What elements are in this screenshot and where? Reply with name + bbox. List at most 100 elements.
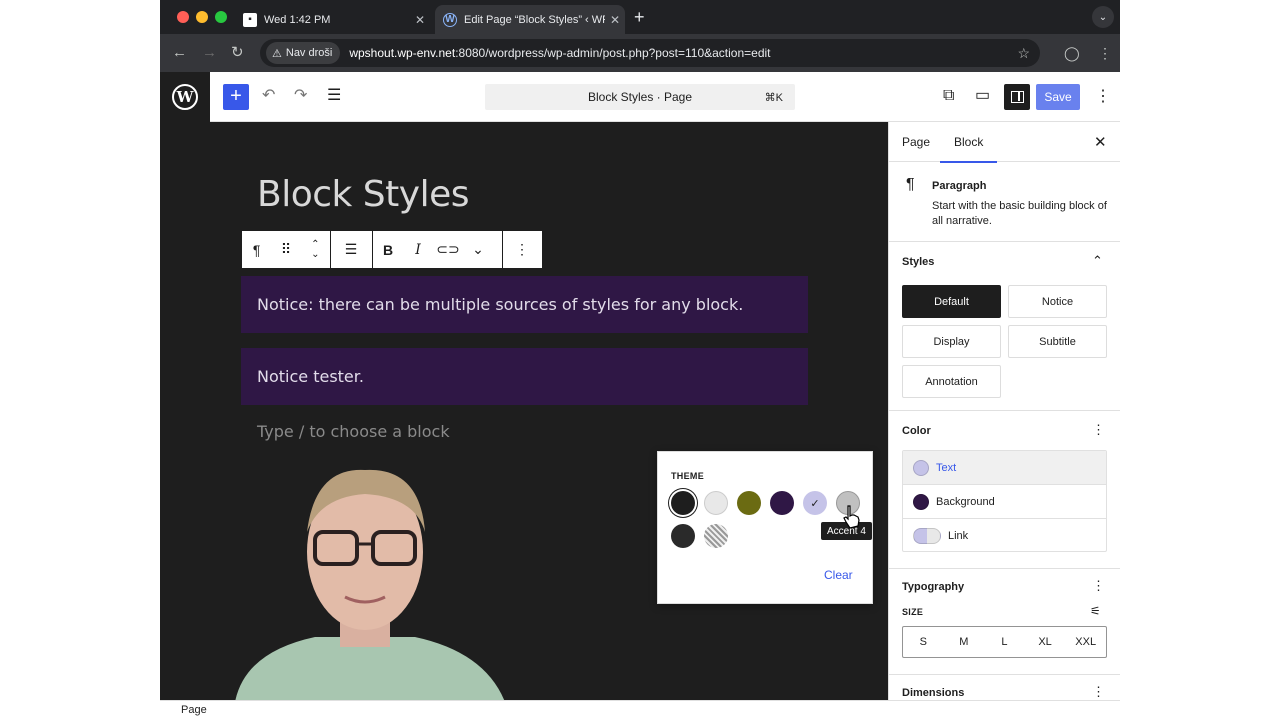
size-option-xxl[interactable]: XXL: [1065, 627, 1106, 657]
back-arrow-icon[interactable]: ←: [172, 44, 187, 62]
paragraph-block-notice[interactable]: Notice: there can be multiple sources of…: [241, 276, 808, 333]
page-title[interactable]: Block Styles: [257, 174, 470, 215]
settings-sidebar: Page Block ✕ ¶ Paragraph Start with the …: [888, 122, 1120, 700]
security-label: Nav droši: [285, 47, 333, 59]
color-swatch[interactable]: [704, 491, 728, 515]
color-options-icon[interactable]: ⋮: [1092, 422, 1105, 438]
browser-tab-clock[interactable]: ▪ Wed 1:42 PM ✕: [235, 5, 430, 34]
square-logo-icon: ▪: [243, 12, 257, 27]
color-item-text[interactable]: Text: [903, 451, 1106, 485]
block-options-icon[interactable]: ⋮: [503, 241, 541, 258]
style-annotation-button[interactable]: Annotation: [902, 365, 1001, 398]
browser-toolbar: ← → ↻ ⚠ Nav droši wpshout.wp-env.net:808…: [160, 34, 1120, 72]
style-display-button[interactable]: Display: [902, 325, 1001, 358]
security-chip[interactable]: ⚠ Nav droši: [266, 42, 341, 64]
style-default-button[interactable]: Default: [902, 285, 1001, 318]
browser-menu-icon[interactable]: ⋮: [1098, 44, 1112, 62]
tab-block[interactable]: Block: [939, 122, 998, 163]
typography-options-icon[interactable]: ⋮: [1092, 578, 1105, 594]
editor-header: W + ↶ ↷ ☰ Block Styles · Page ⌘K ⧉ ▭ Sav…: [160, 72, 1120, 122]
command-palette-button[interactable]: Block Styles · Page ⌘K: [485, 84, 795, 110]
color-item-label: Link: [948, 530, 969, 542]
link-icon[interactable]: ⊂⊃: [433, 241, 463, 258]
sidebar-icon: [1010, 91, 1024, 103]
settings-sidebar-toggle[interactable]: [1004, 84, 1030, 110]
profile-icon[interactable]: ◯: [1064, 44, 1080, 62]
move-up-down-icon[interactable]: ⌃ ⌄: [301, 239, 330, 260]
drag-handle-icon[interactable]: ⠿: [271, 241, 300, 258]
bookmark-star-icon[interactable]: ☆: [1017, 45, 1030, 62]
editor-canvas[interactable]: Block Styles ¶ ⠿ ⌃ ⌄ ☰ B I ⊂⊃ ⌄ ⋮ Notice:…: [160, 122, 888, 700]
color-swatch[interactable]: [671, 491, 695, 515]
bold-icon[interactable]: B: [373, 242, 403, 258]
dimensions-options-icon[interactable]: ⋮: [1092, 684, 1105, 700]
align-left-icon[interactable]: ☰: [331, 241, 371, 258]
address-bar[interactable]: ⚠ Nav droši wpshout.wp-env.net:8080/word…: [260, 39, 1040, 67]
block-card: ¶ Paragraph Start with the basic buildin…: [889, 162, 1120, 242]
forward-arrow-icon[interactable]: →: [202, 44, 217, 62]
size-option-m[interactable]: M: [944, 627, 985, 657]
size-option-xl[interactable]: XL: [1025, 627, 1066, 657]
color-swatch-pattern[interactable]: [704, 524, 728, 548]
color-item-link[interactable]: Link: [903, 519, 1106, 553]
clear-color-button[interactable]: Clear: [824, 568, 853, 582]
close-window-button[interactable]: [177, 11, 189, 23]
color-item-background[interactable]: Background: [903, 485, 1106, 519]
color-swatch[interactable]: [737, 491, 761, 515]
reload-icon[interactable]: ↻: [231, 44, 244, 62]
paragraph-block-notice[interactable]: Notice tester.: [241, 348, 808, 405]
presenter-webcam-overlay: [235, 469, 505, 700]
color-indicator: [913, 528, 941, 544]
italic-icon[interactable]: I: [403, 242, 433, 258]
chevron-down-icon[interactable]: ⌄: [1092, 6, 1114, 28]
typography-panel-title: Typography: [902, 581, 965, 593]
maximize-window-button[interactable]: [215, 11, 227, 23]
breadcrumb[interactable]: Page: [181, 704, 207, 716]
block-placeholder[interactable]: Type / to choose a block: [257, 422, 450, 441]
block-name: Paragraph: [932, 180, 987, 192]
undo-icon[interactable]: ↶: [262, 86, 275, 106]
close-tab-icon[interactable]: ✕: [605, 13, 625, 27]
save-button[interactable]: Save: [1036, 84, 1080, 110]
wordpress-icon: W: [443, 12, 457, 27]
browser-window: ▪ Wed 1:42 PM ✕ W Edit Page “Block Style…: [160, 0, 1120, 720]
close-tab-icon[interactable]: ✕: [410, 13, 430, 27]
url-host: wpshout.wp-env.net: [349, 46, 456, 60]
close-icon[interactable]: ✕: [1094, 133, 1107, 151]
wordpress-icon: W: [172, 84, 198, 110]
paragraph-icon[interactable]: ¶: [242, 242, 271, 258]
document-overview-icon[interactable]: ☰: [327, 86, 341, 106]
block-description: Start with the basic building block of a…: [932, 200, 1107, 227]
theme-section-label: THEME: [671, 471, 704, 481]
sliders-icon[interactable]: ⚟: [1090, 604, 1101, 618]
hand-cursor-icon: [843, 505, 860, 529]
chevron-down-icon[interactable]: ⌄: [463, 241, 493, 258]
style-notice-button[interactable]: Notice: [1008, 285, 1107, 318]
divider: [889, 674, 1120, 675]
color-picker-popover: THEME ✓ Accent 4 Clear: [657, 451, 873, 604]
block-inserter-button[interactable]: +: [223, 84, 249, 110]
browser-tab-edit-page[interactable]: W Edit Page “Block Styles” ‹ WP ✕: [435, 5, 625, 34]
dimensions-panel-title: Dimensions: [902, 687, 965, 699]
tab-page[interactable]: Page: [902, 122, 930, 162]
color-swatch[interactable]: [671, 524, 695, 548]
color-swatch[interactable]: [770, 491, 794, 515]
screen-background: ▪ Wed 1:42 PM ✕ W Edit Page “Block Style…: [0, 0, 1280, 720]
tab-title: Edit Page “Block Styles” ‹ WP: [464, 13, 605, 26]
tab-title: Wed 1:42 PM: [264, 13, 331, 26]
chevron-up-icon[interactable]: ⌃: [1092, 253, 1103, 269]
external-link-icon[interactable]: ⧉: [943, 86, 954, 106]
styles-panel-title[interactable]: Styles: [902, 256, 934, 268]
new-tab-icon[interactable]: +: [634, 8, 645, 26]
sidebar-tabs: Page Block ✕: [889, 122, 1120, 163]
size-option-l[interactable]: L: [984, 627, 1025, 657]
style-subtitle-button[interactable]: Subtitle: [1008, 325, 1107, 358]
color-swatch-selected[interactable]: ✓: [803, 491, 827, 515]
wordpress-logo[interactable]: W: [160, 72, 210, 122]
size-option-s[interactable]: S: [903, 627, 944, 657]
device-preview-icon[interactable]: ▭: [975, 86, 990, 106]
minimize-window-button[interactable]: [196, 11, 208, 23]
divider: [889, 568, 1120, 569]
options-menu-icon[interactable]: ⋮: [1095, 86, 1111, 106]
redo-icon[interactable]: ↷: [294, 86, 307, 106]
